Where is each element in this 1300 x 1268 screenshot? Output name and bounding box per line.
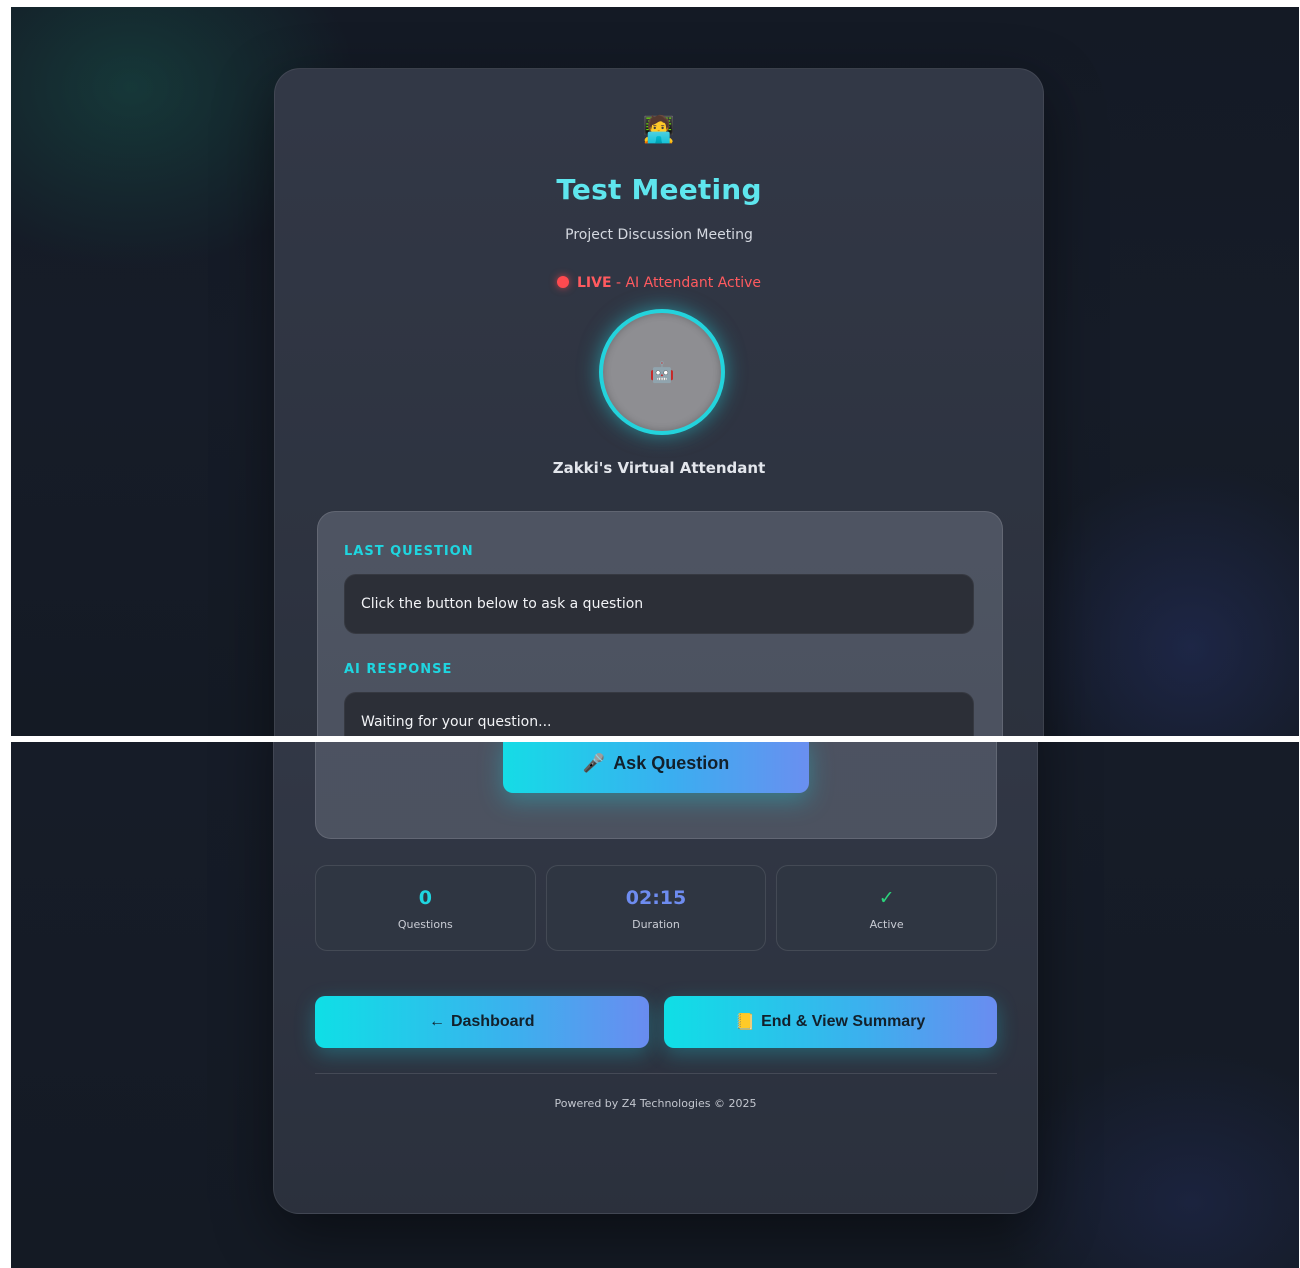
notebook-icon: 📒 xyxy=(735,1014,756,1031)
stats-row: 0 Questions 02:15 Duration ✓ Active xyxy=(315,865,998,951)
ask-question-label: Ask Question xyxy=(613,752,730,773)
meeting-panel: 🧑‍💻 Test Meeting Project Discussion Meet… xyxy=(274,68,1044,736)
action-buttons: ← Dashboard 📒 End & View Summary xyxy=(315,996,997,1048)
microphone-icon: 🎤 xyxy=(582,752,606,773)
footer-divider xyxy=(315,1073,997,1074)
meeting-panel-lower: 🎤 Ask Question 0 Questions 02:15 Duratio… xyxy=(273,742,1038,1214)
live-dot-icon xyxy=(556,276,569,288)
end-view-summary-label: End & View Summary xyxy=(761,1013,926,1030)
presenter-avatar-icon: 🧑‍💻 xyxy=(642,115,676,145)
check-icon: ✓ xyxy=(878,887,895,909)
meeting-title: Test Meeting xyxy=(556,173,762,206)
last-question-label: LAST QUESTION xyxy=(344,544,474,559)
attendant-orb: 🤖 xyxy=(599,309,725,435)
robot-icon: 🤖 xyxy=(649,360,675,384)
screenshot-top: 🧑‍💻 Test Meeting Project Discussion Meet… xyxy=(11,7,1299,736)
stat-questions-label: Questions xyxy=(397,918,453,931)
screenshot-bottom: 🎤 Ask Question 0 Questions 02:15 Duratio… xyxy=(11,742,1299,1268)
qa-card: LAST QUESTION Click the button below to … xyxy=(317,511,1003,736)
stat-questions: 0 Questions xyxy=(315,865,536,951)
qa-card-lower: 🎤 Ask Question xyxy=(315,742,997,839)
last-question-box: Click the button below to ask a question xyxy=(344,574,974,634)
stat-active-label: Active xyxy=(869,918,904,931)
live-status-detail: - AI Attendant Active xyxy=(611,275,762,291)
dashboard-label: Dashboard xyxy=(450,1013,535,1030)
footer-text: Powered by Z4 Technologies © 2025 xyxy=(554,1097,757,1110)
live-status: LIVE - AI Attendant Active xyxy=(275,275,1043,291)
dashboard-button[interactable]: ← Dashboard xyxy=(315,996,649,1048)
meeting-subtitle: Project Discussion Meeting xyxy=(565,227,753,243)
stat-duration-label: Duration xyxy=(632,918,680,931)
ask-question-button[interactable]: 🎤 Ask Question xyxy=(503,742,809,793)
stat-questions-value: 0 xyxy=(418,887,432,909)
end-view-summary-button[interactable]: 📒 End & View Summary xyxy=(663,996,997,1048)
attendant-name: Zakki's Virtual Attendant xyxy=(552,459,766,477)
stat-active: ✓ Active xyxy=(776,865,998,951)
live-label: LIVE xyxy=(576,275,612,291)
stat-duration: 02:15 Duration xyxy=(545,865,767,951)
arrow-left-icon: ← xyxy=(428,1013,445,1030)
ai-response-label: AI RESPONSE xyxy=(344,662,453,677)
stat-duration-value: 02:15 xyxy=(625,887,687,909)
ai-response-box: Waiting for your question... xyxy=(344,692,974,736)
